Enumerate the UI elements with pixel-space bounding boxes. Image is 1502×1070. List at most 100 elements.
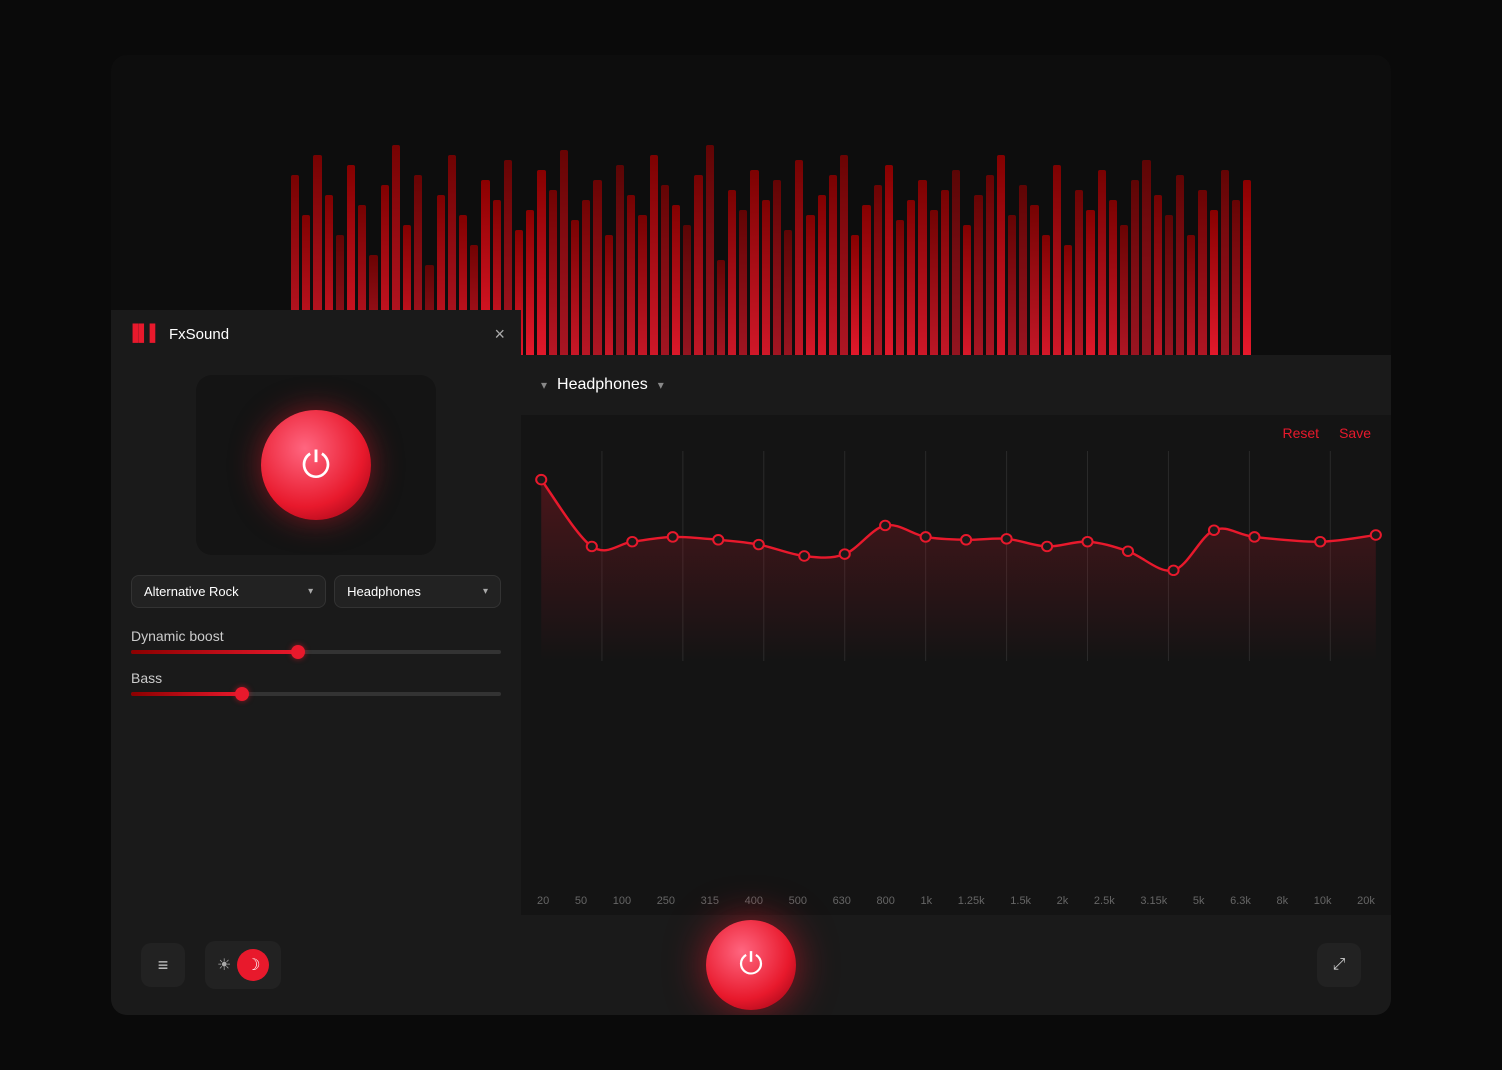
bass-track[interactable]: [131, 692, 501, 696]
moon-icon[interactable]: ☽: [237, 949, 269, 981]
spectrum-bar: [717, 260, 725, 355]
eq-control-point[interactable]: [1249, 532, 1259, 542]
theme-toggle[interactable]: ☀ ☽: [205, 941, 281, 989]
right-panel: ▾ Headphones ▾ Reset Save: [521, 355, 1391, 915]
bottom-left: ≡ ☀ ☽: [141, 941, 281, 989]
eq-control-point[interactable]: [627, 537, 637, 547]
spectrum-bar: [1120, 225, 1128, 355]
menu-button[interactable]: ≡: [141, 943, 185, 987]
eq-header: ▾ Headphones ▾: [521, 355, 1391, 415]
spectrum-bar: [986, 175, 994, 355]
spectrum-bar: [672, 205, 680, 355]
eq-control-point[interactable]: [1002, 534, 1012, 544]
eq-control-point[interactable]: [1209, 525, 1219, 535]
dynamic-boost-thumb[interactable]: [291, 645, 305, 659]
spectrum-bar: [818, 195, 826, 355]
spectrum-bar: [1064, 245, 1072, 355]
spectrum-bar: [1165, 215, 1173, 355]
spectrum-bar: [650, 155, 658, 355]
spectrum-bar: [762, 200, 770, 355]
power-circle-bg: ⏻: [196, 375, 436, 555]
freq-label: 20: [537, 895, 549, 907]
device-chevron-icon: ▾: [483, 586, 488, 597]
genre-dropdown[interactable]: Alternative Rock ▾: [131, 575, 326, 608]
spectrum-bar: [930, 210, 938, 355]
freq-label: 630: [833, 895, 851, 907]
freq-label: 1.5k: [1010, 895, 1031, 907]
eq-control-point[interactable]: [1042, 542, 1052, 552]
eq-control-point[interactable]: [799, 551, 809, 561]
spectrum-bar: [1176, 175, 1184, 355]
eq-control-point[interactable]: [668, 532, 678, 542]
close-button[interactable]: ×: [494, 324, 505, 345]
eq-control-point[interactable]: [1168, 566, 1178, 576]
eq-output-name: Headphones: [557, 376, 648, 394]
spectrum-bar: [537, 170, 545, 355]
bass-thumb[interactable]: [235, 687, 249, 701]
spectrum-bar: [593, 180, 601, 355]
freq-label: 1k: [921, 895, 933, 907]
spectrum-bar: [1042, 235, 1050, 355]
eq-control-point[interactable]: [880, 521, 890, 531]
spectrum-bar: [1019, 185, 1027, 355]
spectrum-bar: [1187, 235, 1195, 355]
spectrum-bar: [627, 195, 635, 355]
save-button[interactable]: Save: [1339, 425, 1371, 441]
device-dropdown[interactable]: Headphones ▾: [334, 575, 501, 608]
spectrum-bar: [560, 150, 568, 355]
dropdowns-row: Alternative Rock ▾ Headphones ▾: [131, 575, 501, 608]
freq-label: 50: [575, 895, 587, 907]
logo-icon: ▐▌▌: [127, 325, 161, 343]
main-power-button[interactable]: ⏻: [261, 410, 371, 520]
freq-label: 250: [657, 895, 675, 907]
freq-label: 20k: [1357, 895, 1375, 907]
eq-control-point[interactable]: [754, 540, 764, 550]
eq-container: [521, 451, 1391, 887]
spectrum-bar: [963, 225, 971, 355]
spectrum-bar: [638, 215, 646, 355]
eq-control-point[interactable]: [1123, 546, 1133, 556]
bass-row: Bass: [131, 670, 501, 696]
eq-control-point[interactable]: [840, 549, 850, 559]
bottom-power-icon: ⏻: [739, 948, 763, 982]
eq-control-point[interactable]: [713, 535, 723, 545]
dynamic-boost-track[interactable]: [131, 650, 501, 654]
title-bar: ▐▌▌ FxSound ×: [111, 310, 521, 358]
eq-control-point[interactable]: [1371, 530, 1381, 540]
eq-control-point[interactable]: [587, 542, 597, 552]
expand-button[interactable]: ⤢: [1317, 943, 1361, 987]
genre-label: Alternative Rock: [144, 584, 239, 599]
spectrum-bar: [795, 160, 803, 355]
spectrum-bar: [829, 175, 837, 355]
app-container: ▐▌▌ FxSound × ⏻ Alternative Rock ▾ Headp…: [111, 55, 1391, 1015]
logo-area: ▐▌▌ FxSound: [127, 325, 229, 343]
eq-control-point[interactable]: [1315, 537, 1325, 547]
spectrum-bar: [728, 190, 736, 355]
eq-control-point[interactable]: [961, 535, 971, 545]
spectrum-bar: [1221, 170, 1229, 355]
eq-control-point[interactable]: [921, 532, 931, 542]
spectrum-bar: [773, 180, 781, 355]
spectrum-bar: [1075, 190, 1083, 355]
spectrum-bar: [907, 200, 915, 355]
freq-label: 6.3k: [1230, 895, 1251, 907]
spectrum-bar: [1098, 170, 1106, 355]
bottom-power-button[interactable]: ⏻: [706, 920, 796, 1010]
freq-label: 3.15k: [1140, 895, 1167, 907]
menu-icon: ≡: [158, 956, 169, 974]
spectrum-bar: [974, 195, 982, 355]
eq-control-point[interactable]: [1082, 537, 1092, 547]
eq-freq-labels: 20501002503154005006308001k1.25k1.5k2k2.…: [521, 887, 1391, 915]
spectrum-bar: [862, 205, 870, 355]
spectrum-bar: [571, 220, 579, 355]
reset-button[interactable]: Reset: [1283, 425, 1320, 441]
app-name: FxSound: [169, 326, 229, 343]
spectrum-bar: [694, 175, 702, 355]
spectrum-bar: [874, 185, 882, 355]
output-right-chevron-icon: ▾: [658, 378, 664, 392]
dynamic-boost-fill: [131, 650, 298, 654]
spectrum-bar: [952, 170, 960, 355]
dynamic-boost-row: Dynamic boost: [131, 628, 501, 654]
eq-control-point[interactable]: [536, 475, 546, 485]
eq-output-selector[interactable]: ▾ Headphones ▾: [541, 376, 664, 394]
